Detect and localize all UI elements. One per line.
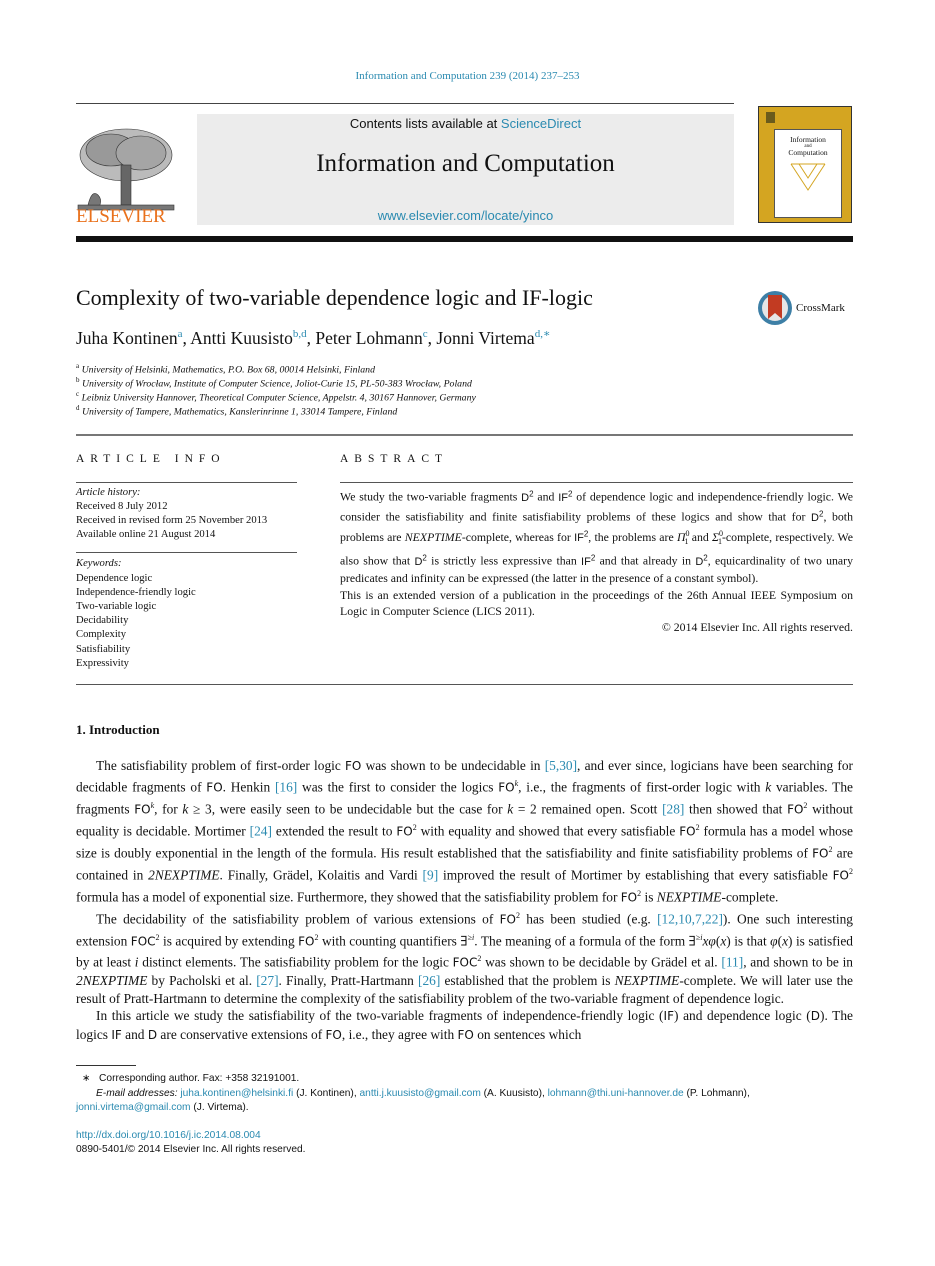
author-name[interactable]: Jonni Virtema: [436, 328, 534, 348]
author-name[interactable]: Peter Lohmann: [315, 328, 422, 348]
email-addresses-cont: jonni.virtema@gmail.com (J. Virtema).: [76, 1101, 249, 1116]
intro-paragraph: In this article we study the satisfiabil…: [76, 1008, 853, 1042]
email-owner: (J. Virtema).: [190, 1102, 249, 1113]
history-item: Available online 21 August 2014: [76, 529, 216, 540]
abstract-rule: [340, 482, 853, 483]
author-list: Juha Kontinena, Antti Kuusistob,d, Peter…: [76, 327, 551, 348]
keyword: Satisfiability: [76, 644, 131, 655]
paper-title: Complexity of two-variable dependence lo…: [76, 285, 593, 310]
affiliation-text: Leibniz University Hannover, Theoretical…: [81, 392, 476, 404]
crossmark-label[interactable]: CrossMark: [796, 302, 845, 314]
author-name[interactable]: Juha Kontinen: [76, 328, 178, 348]
citation-link[interactable]: [12,10,7,22]: [657, 911, 723, 926]
keyword: Decidability: [76, 615, 129, 626]
affiliation-text: University of Tampere, Mathematics, Kans…: [81, 406, 398, 418]
crossmark-icon[interactable]: [757, 290, 793, 326]
journal-title: Information and Computation: [316, 150, 615, 177]
citation-link[interactable]: [5,30]: [545, 758, 577, 773]
abstract-body: We study the two-variable fragments D2 a…: [340, 486, 853, 636]
email-link[interactable]: juha.kontinen@helsinki.fi: [180, 1088, 293, 1099]
introduction-body: The satisfiability problem of first-orde…: [76, 757, 853, 1044]
elsevier-wordmark: ELSEVIER: [76, 206, 166, 227]
cover-panel: Information and Computation: [774, 129, 842, 218]
journal-cover-image: Information and Computation: [758, 106, 852, 223]
affiliation: a University of Helsinki, Mathematics, P…: [76, 362, 375, 375]
affiliation: d University of Tampere, Mathematics, Ka…: [76, 404, 397, 417]
history-label: Article history:: [76, 487, 141, 498]
citation-link[interactable]: [11]: [721, 955, 743, 970]
header-thick-rule: [76, 236, 853, 242]
cover-title-line: Computation: [788, 148, 828, 157]
email-owner: (P. Lohmann),: [683, 1088, 750, 1099]
email-label: E-mail addresses:: [96, 1088, 178, 1099]
contents-line: Contents lists available at ScienceDirec…: [197, 116, 734, 131]
author-affiliation-mark[interactable]: a: [178, 328, 183, 340]
citation-link[interactable]: [26]: [418, 973, 440, 988]
affiliation-mark: d: [76, 404, 80, 412]
section-heading-introduction: 1. Introduction: [76, 722, 160, 737]
keyword: Dependence logic: [76, 573, 153, 584]
affiliation-text: University of Helsinki, Mathematics, P.O…: [81, 364, 375, 376]
keyword: Expressivity: [76, 658, 129, 669]
citation-link[interactable]: [24]: [250, 824, 272, 839]
abstract-paragraph: We study the two-variable fragments D2 a…: [340, 489, 853, 586]
citation-link[interactable]: [16]: [275, 780, 297, 795]
footnote-text: Corresponding author. Fax: +358 32191001…: [99, 1073, 300, 1084]
author-name[interactable]: Antti Kuusisto: [190, 328, 293, 348]
contents-prefix: Contents lists available at: [349, 116, 501, 131]
abstract-copyright: © 2014 Elsevier Inc. All rights reserved…: [661, 620, 853, 635]
author-affiliation-mark[interactable]: b,d: [293, 328, 307, 340]
info-rule: [76, 552, 297, 553]
header-rule: [76, 103, 734, 104]
email-link[interactable]: lohmann@thi.uni-hannover.de: [548, 1088, 684, 1099]
abstract-heading: ABSTRACT: [340, 453, 449, 465]
email-owner: (J. Kontinen),: [293, 1088, 360, 1099]
section-rule: [76, 684, 853, 685]
issn-copyright: 0890-5401/© 2014 Elsevier Inc. All right…: [76, 1144, 306, 1155]
journal-reference-link[interactable]: Information and Computation 239 (2014) 2…: [0, 70, 935, 82]
keywords-label: Keywords:: [76, 558, 122, 569]
article-info-heading: ARTICLE INFO: [76, 453, 226, 465]
keyword: Complexity: [76, 629, 127, 640]
intro-paragraph: The decidability of the satisfiability p…: [76, 910, 854, 1006]
journal-url-link[interactable]: www.elsevier.com/locate/yinco: [197, 208, 734, 223]
cover-title: Information and Computation: [775, 136, 841, 157]
keyword: Two-variable logic: [76, 601, 157, 612]
affiliation-mark: a: [76, 362, 80, 370]
keyword: Independence-friendly logic: [76, 587, 196, 598]
email-owner: (A. Kuusisto),: [480, 1088, 548, 1099]
email-link[interactable]: jonni.virtema@gmail.com: [76, 1102, 191, 1113]
citation-link[interactable]: [9]: [423, 867, 439, 882]
cover-triangle-icon: [790, 163, 826, 191]
cover-title-line: Information: [790, 135, 826, 144]
affiliation: b University of Wrocław, Institute of Co…: [76, 376, 472, 389]
citation-link[interactable]: [28]: [662, 802, 684, 817]
abstract-paragraph: This is an extended version of a publica…: [340, 587, 853, 619]
history-item: Received in revised form 25 November 201…: [76, 515, 268, 526]
sciencedirect-link[interactable]: ScienceDirect: [501, 116, 581, 131]
affiliation-text: University of Wrocław, Institute of Comp…: [81, 378, 472, 390]
citation-link[interactable]: [27]: [256, 973, 278, 988]
email-addresses: E-mail addresses: juha.kontinen@helsinki…: [96, 1087, 853, 1102]
info-rule: [76, 482, 297, 483]
affiliation-mark: b: [76, 376, 80, 384]
intro-paragraph: The satisfiability problem of first-orde…: [76, 758, 853, 905]
footnote-star: ∗: [82, 1073, 91, 1084]
corresponding-author-note: ∗ Corresponding author. Fax: +358 321910…: [76, 1072, 299, 1087]
author-affiliation-mark[interactable]: c: [423, 328, 428, 340]
author-affiliation-mark[interactable]: d,∗: [535, 328, 551, 340]
footnote-rule: [76, 1065, 136, 1066]
doi-link[interactable]: http://dx.doi.org/10.1016/j.ic.2014.08.0…: [76, 1129, 261, 1144]
affiliation: c Leibniz University Hannover, Theoretic…: [76, 390, 476, 403]
history-item: Received 8 July 2012: [76, 501, 168, 512]
elsevier-badge-icon: [766, 112, 775, 123]
email-link[interactable]: antti.j.kuusisto@gmail.com: [359, 1088, 480, 1099]
section-rule: [76, 434, 853, 436]
affiliation-mark: c: [76, 390, 80, 398]
